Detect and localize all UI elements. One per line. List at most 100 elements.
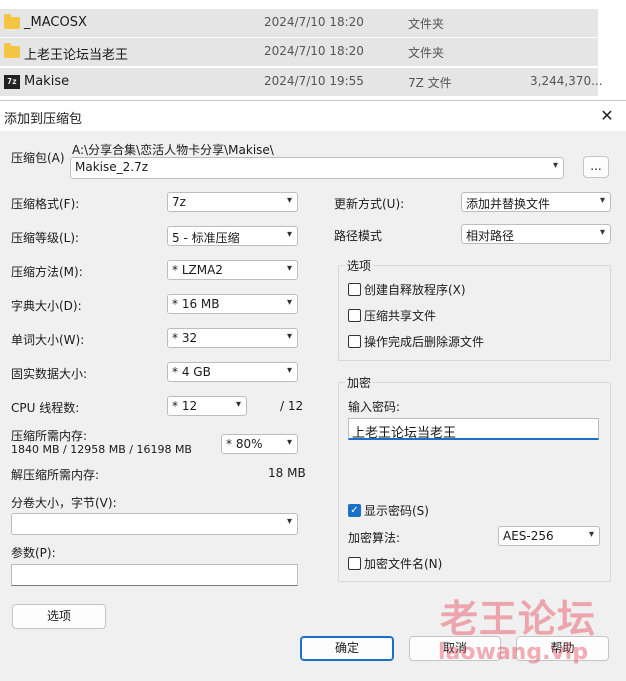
options-group: 选项 创建自释放程序(X) 压缩共享文件 操作完成后删除源文件 [338,257,611,361]
folder-icon [4,14,20,29]
file-row-makise[interactable]: 7z Makise 2024/7/10 19:55 7Z 文件 3,244,37… [0,68,603,96]
file-name: _MACOSX [24,15,87,30]
chevron-down-icon: ▾ [599,195,605,206]
options-group-title: 选项 [345,257,374,274]
solid-select[interactable]: * 4 GB ▾ [167,362,298,382]
chevron-down-icon: ▾ [286,263,292,274]
method-label: 压缩方法(M): [11,265,83,279]
ok-button[interactable]: 确定 [300,636,394,661]
encrypt-method-label: 加密算法: [348,531,401,545]
shared-checkbox[interactable] [348,309,361,322]
7z-archive-icon: 7z [4,75,20,89]
file-type: 文件夹 [408,46,445,60]
file-date: 2024/7/10 19:55 [264,74,364,88]
sfx-checkbox[interactable] [348,283,361,296]
file-date: 2024/7/10 18:20 [264,15,364,29]
delete-source-label: 操作完成后删除源文件 [364,335,485,349]
chevron-down-icon: ▾ [599,227,605,238]
word-label: 单词大小(W): [11,333,85,347]
mem-select[interactable]: * 80% ▾ [221,434,298,454]
file-type: 文件夹 [408,17,445,31]
file-row-folder[interactable]: 上老王论坛当老王 2024/7/10 18:20 文件夹 [0,38,598,66]
chevron-down-icon: ▾ [286,297,292,308]
path-select[interactable]: 相对路径 ▾ [461,224,611,244]
dict-value: * 16 MB [172,297,220,311]
watermark-url: laowang.vip [438,640,589,665]
chevron-down-icon: ▾ [235,399,241,410]
chevron-down-icon: ▾ [588,529,594,540]
word-select[interactable]: * 32 ▾ [167,328,298,348]
archive-name-combo[interactable]: Makise_2.7z ▾ [70,157,564,179]
archive-label: 压缩包(A) [11,151,65,165]
close-icon[interactable]: ✕ [596,105,618,127]
split-label: 分卷大小，字节(V): [11,496,117,510]
password-label: 输入密码: [348,400,401,414]
chevron-down-icon: ▾ [286,516,292,527]
method-value: * LZMA2 [172,263,223,277]
file-type: 7Z 文件 [408,76,452,90]
chevron-down-icon: ▾ [286,331,292,342]
watermark-title: 老王论坛 [440,597,597,641]
title-bar: 添加到压缩包 ✕ [0,101,626,131]
file-size: 3,244,370... [530,74,603,88]
path-label: 路径模式 [334,229,383,243]
solid-value: * 4 GB [172,365,211,379]
chevron-down-icon: ▾ [286,195,292,206]
encrypt-names-checkbox[interactable] [348,557,361,570]
update-select[interactable]: 添加并替换文件 ▾ [461,192,611,212]
file-name: Makise [24,74,70,89]
show-password-checkbox[interactable]: ✓ [348,504,361,517]
path-value: 相对路径 [466,229,515,243]
level-label: 压缩等级(L): [11,231,80,245]
browse-button[interactable]: ... [583,156,609,178]
level-value: 5 - 标准压缩 [172,231,240,245]
dialog-title: 添加到压缩包 [4,112,83,127]
level-select[interactable]: 5 - 标准压缩 ▾ [167,226,298,246]
password-value: 上老王论坛当老王 [352,426,457,441]
word-value: * 32 [172,331,198,345]
encrypt-method-value: AES-256 [503,529,554,543]
mem-detail: 1840 MB / 12958 MB / 16198 MB [11,443,192,456]
split-select[interactable]: ▾ [11,513,298,535]
params-label: 参数(P): [11,546,56,560]
encrypt-group: 加密 输入密码: 上老王论坛当老王 ✓ 显示密码(S) 加密算法: AES-25… [338,374,611,582]
shared-label: 压缩共享文件 [364,309,437,323]
cpu-label: CPU 线程数: [11,401,80,415]
file-date: 2024/7/10 18:20 [264,44,364,58]
format-select[interactable]: 7z ▾ [167,192,298,212]
chevron-down-icon: ▾ [286,365,292,376]
chevron-down-icon: ▾ [286,229,292,240]
archive-path: A:\分享合集\恋活人物卡分享\Makise\ [72,143,274,157]
file-row-macosx[interactable]: _MACOSX 2024/7/10 18:20 文件夹 [0,9,598,37]
chevron-down-icon: ▾ [286,437,292,448]
password-input[interactable]: 上老王论坛当老王 [348,418,599,441]
cpu-select[interactable]: * 12 ▾ [167,396,247,416]
mem-value: * 80% [226,437,263,451]
file-list: _MACOSX 2024/7/10 18:20 文件夹 上老王论坛当老王 202… [0,0,626,100]
mem-label: 压缩所需内存: [11,429,88,443]
cpu-total: / 12 [280,399,304,413]
chevron-down-icon: ▾ [552,160,558,171]
format-value: 7z [172,195,186,209]
show-password-label: 显示密码(S) [364,504,429,518]
solid-label: 固实数据大小: [11,367,88,381]
delete-source-checkbox[interactable] [348,335,361,348]
options-button[interactable]: 选项 [12,604,106,629]
dict-select[interactable]: * 16 MB ▾ [167,294,298,314]
decomp-label: 解压缩所需内存: [11,468,100,482]
method-select[interactable]: * LZMA2 ▾ [167,260,298,280]
encrypt-method-select[interactable]: AES-256 ▾ [498,526,600,546]
sfx-label: 创建自释放程序(X) [364,283,466,297]
file-name: 上老王论坛当老王 [24,48,129,63]
encrypt-names-label: 加密文件名(N) [364,557,443,571]
folder-icon [4,43,20,58]
cpu-value: * 12 [172,399,198,413]
update-value: 添加并替换文件 [466,197,551,211]
archive-name-value: Makise_2.7z [75,160,149,174]
dict-label: 字典大小(D): [11,299,82,313]
params-input[interactable] [11,564,298,586]
encrypt-group-title: 加密 [345,374,374,391]
format-label: 压缩格式(F): [11,197,80,211]
decomp-value: 18 MB [268,466,306,480]
update-label: 更新方式(U): [334,197,405,211]
